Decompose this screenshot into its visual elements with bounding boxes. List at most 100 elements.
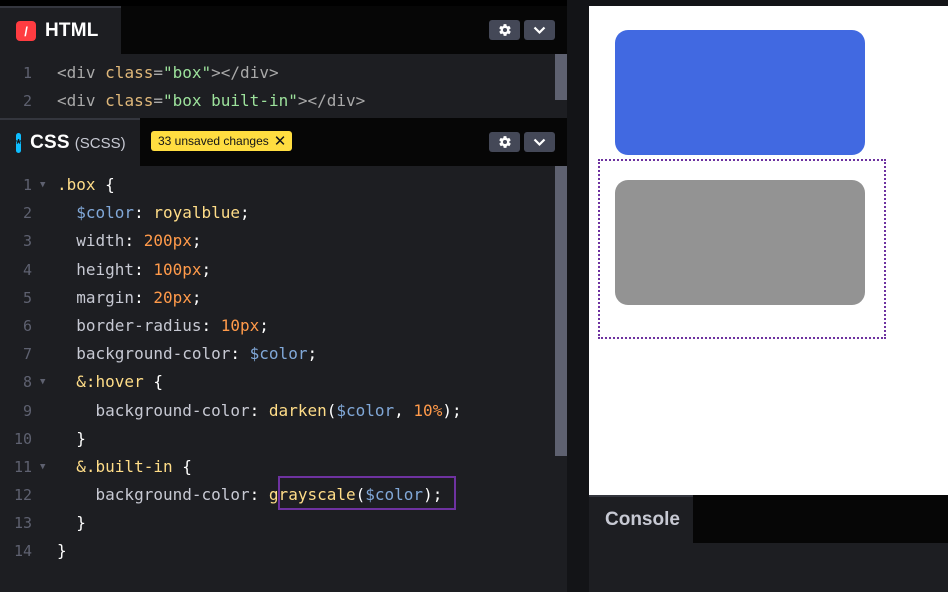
code-line[interactable]: 10 } [0,425,555,453]
code-line[interactable]: 6 border-radius: 10px; [0,312,555,340]
code-token: { [105,175,115,194]
code-token: ; [191,287,202,307]
code-token: = [153,91,163,111]
code-line[interactable]: 4 height: 100px; [0,256,555,284]
css-panel-header: * CSS (SCSS) 33 unsaved changes ✕ [0,118,567,166]
html-code-editor[interactable]: 1 <div class="box"></div> 2 <div class="box… [0,59,555,117]
code-line[interactable]: 1 ▼ .box { [0,171,555,199]
code-token: : [249,485,269,505]
tab-html[interactable]: / HTML [0,6,121,54]
code-token: class [105,91,154,111]
console-panel: Console [589,495,948,592]
css-scrollbar[interactable] [555,166,567,592]
code-line[interactable]: 14} [0,537,555,565]
code-token: royalblue [153,203,241,223]
code-line[interactable]: 8 ▼ &:hover { [0,368,555,396]
code-token: &:hover [76,372,154,392]
code-text: background-color: darken($color, 10%); [57,397,462,425]
line-number: 1 [22,64,32,82]
html-icon-glyph: / [24,23,28,39]
code-token: : [124,231,144,251]
code-token: ></div> [297,91,366,111]
html-icon: / [16,21,36,41]
html-scrollbar[interactable] [555,54,567,118]
line-number: 9 [22,401,32,420]
code-text: height: 100px; [57,256,211,284]
html-collapse-button[interactable] [524,20,555,40]
code-token: class [105,63,154,82]
css-code-editor[interactable]: 1 ▼ .box {2 $color: royalblue; 3 width: 200… [0,171,555,592]
code-text: width: 200px; [57,227,202,255]
editor-column: / HTML 1 <div class="box"></div> 2 <div cla… [0,0,567,592]
close-icon[interactable]: ✕ [274,134,287,149]
line-number: 1 [22,176,32,194]
code-line[interactable]: 5 margin: 20px; [0,284,555,312]
unsaved-changes-badge[interactable]: 33 unsaved changes ✕ [151,131,293,151]
code-token: : [134,259,154,279]
code-token: .box [57,175,106,194]
line-number: 14 [13,542,32,561]
console-header: Console [589,495,948,543]
code-token: margin [76,287,135,307]
code-token: width [76,231,125,251]
tab-console[interactable]: Console [589,495,693,543]
code-line[interactable]: 13 } [0,509,555,537]
fold-arrow-icon[interactable]: ▼ [40,453,45,481]
css-settings-button[interactable] [489,132,520,152]
code-token: 10px [220,315,260,335]
code-token: ; [259,315,269,335]
code-text: } [57,537,67,565]
gear-icon [498,24,511,36]
css-panel-subtitle: (SCSS) [74,134,126,152]
code-line[interactable]: 1 <div class="box"></div> [0,59,555,87]
line-number: 7 [22,345,32,364]
code-token: : [134,203,154,223]
box-built-in [615,180,865,305]
fold-arrow-icon[interactable]: ▼ [40,368,45,396]
code-token: "box" [162,63,212,82]
code-token: $color [76,203,135,223]
code-token: } [57,513,86,533]
css-collapse-button[interactable] [524,132,555,152]
css-panel-title: CSS [30,132,70,153]
code-token: ); [442,400,462,420]
line-number: 5 [22,288,32,307]
line-number: 3 [22,232,32,251]
code-token: &.built-in [76,456,183,476]
line-number: 8 [22,373,32,392]
html-scroll-thumb[interactable] [555,54,567,100]
fold-arrow-icon[interactable]: ▼ [40,171,45,199]
code-line[interactable]: 9 background-color: darken($color, 10%); [0,397,555,425]
code-text: $color: royalblue; [57,199,250,227]
code-highlight [278,476,456,510]
code-token: } [57,541,67,561]
code-token: ; [240,203,250,223]
html-panel-header: / HTML [0,6,567,54]
code-text: &:hover { [57,368,163,396]
code-line[interactable]: 2 <div class="box built-in"></div> [0,87,555,115]
code-line[interactable]: 3 width: 200px; [0,227,555,255]
code-token: ( [326,400,337,420]
code-token: ></div> [211,63,279,82]
result-preview [589,6,948,495]
pane-divider[interactable] [567,0,589,592]
code-line[interactable]: 2 $color: royalblue; [0,199,555,227]
code-token: <div [57,63,106,82]
css-scroll-thumb[interactable] [555,166,567,456]
code-token: 10% [413,400,443,420]
code-line[interactable]: 7 background-color: $color; [0,340,555,368]
code-token: : [134,287,154,307]
code-token: ; [191,231,202,251]
code-token: border-radius [76,315,202,335]
code-token: 100px [153,259,202,279]
html-settings-button[interactable] [489,20,520,40]
tab-css[interactable]: * CSS (SCSS) [0,118,140,166]
code-text: background-color: $color; [57,340,317,368]
line-number: 2 [22,92,32,111]
